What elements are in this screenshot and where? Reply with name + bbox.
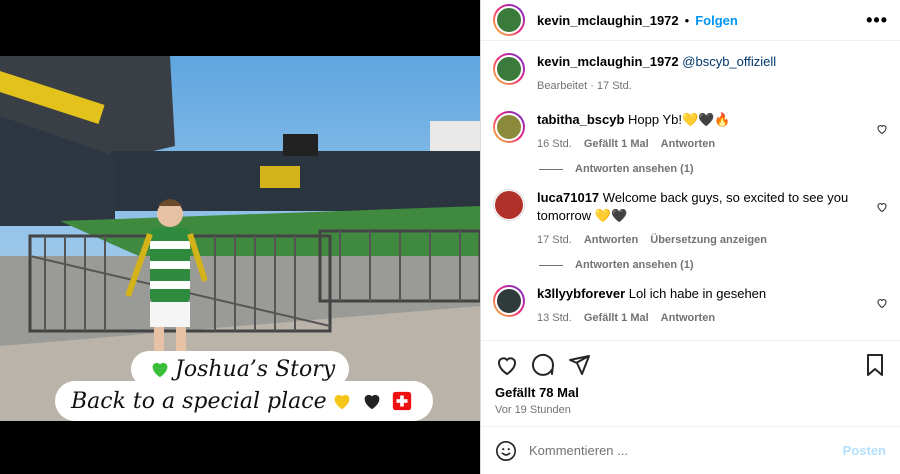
share-icon[interactable] — [567, 353, 591, 377]
post-comment-button[interactable]: Posten — [843, 443, 886, 458]
author-username[interactable]: kevin_mclaughin_1972 — [537, 13, 679, 28]
likes-count[interactable]: Gefällt 78 Mal — [495, 385, 886, 400]
comment-time[interactable]: 13 Std. — [537, 309, 572, 327]
caption-username[interactable]: kevin_mclaughin_1972 — [537, 54, 679, 69]
reply-line — [539, 264, 563, 266]
author-avatar[interactable] — [493, 4, 525, 36]
reply-button[interactable]: Antworten — [661, 309, 715, 327]
comment-text: Hopp Yb!💛🖤🔥 — [628, 112, 731, 127]
separator-dot: • — [684, 12, 690, 28]
commenter-avatar[interactable] — [493, 111, 525, 143]
comment-icon[interactable] — [531, 353, 555, 377]
post-actions: Gefällt 78 Mal Vor 19 Stunden — [481, 340, 900, 426]
caption-meta: Bearbeitet · 17 Std. — [537, 77, 888, 95]
reply-button[interactable]: Antworten — [661, 135, 715, 153]
commenter-avatar[interactable] — [493, 189, 525, 221]
post-timestamp[interactable]: Vor 19 Stunden — [495, 404, 886, 416]
post-header: kevin_mclaughin_1972 • Folgen ••• — [481, 0, 900, 41]
comment-likes[interactable]: Gefällt 1 Mal — [584, 135, 649, 153]
stadium-photo — [0, 56, 480, 421]
comment-username[interactable]: luca71017 — [537, 190, 599, 205]
comment-time[interactable]: 17 Std. — [537, 231, 572, 249]
follow-button[interactable]: Folgen — [695, 13, 738, 28]
reply-button[interactable]: Antworten — [584, 231, 638, 249]
comment-item: luca71017 Welcome back guys, so excited … — [493, 189, 888, 249]
add-comment-bar: Kommentieren ... Posten — [481, 426, 900, 474]
like-comment-icon[interactable] — [876, 201, 888, 213]
caption-meta-text: Bearbeitet · 17 Std. — [537, 80, 632, 92]
emoji-icon[interactable] — [495, 440, 517, 462]
comment-text: Lol ich habe in gesehen — [628, 286, 767, 301]
view-replies-label: Antworten ansehen (1) — [575, 259, 694, 271]
translate-button[interactable]: Übersetzung anzeigen — [650, 231, 767, 249]
comment-likes[interactable]: Gefällt 1 Mal — [584, 309, 649, 327]
comment-time[interactable]: 16 Std. — [537, 135, 572, 153]
comment-item: tabitha_bscyb Hopp Yb!💛🖤🔥 16 Std. Gefällt… — [493, 111, 888, 153]
commenter-avatar[interactable] — [493, 285, 525, 317]
comment-username[interactable]: k3llyybforever — [537, 286, 625, 301]
reply-line — [539, 168, 563, 170]
comment-item: k3llyybforever Lol ich habe in gesehen 1… — [493, 285, 888, 327]
bookmark-icon[interactable] — [864, 353, 886, 377]
instagram-post-view: Joshua’s Story Back to a special place k… — [0, 0, 900, 474]
view-replies-button[interactable]: Antworten ansehen (1) — [539, 163, 888, 175]
view-replies-label: Antworten ansehen (1) — [575, 163, 694, 175]
view-replies-button[interactable]: Antworten ansehen (1) — [539, 259, 888, 271]
author-avatar[interactable] — [493, 53, 525, 85]
like-icon[interactable] — [495, 353, 519, 377]
comment-input[interactable]: Kommentieren ... — [529, 443, 843, 458]
post-side-panel: kevin_mclaughin_1972 • Folgen ••• kevin_… — [480, 0, 900, 474]
like-comment-icon[interactable] — [876, 123, 888, 135]
comment-username[interactable]: tabitha_bscyb — [537, 112, 624, 127]
post-caption: kevin_mclaughin_1972 @bscyb_offiziell Be… — [493, 53, 888, 95]
like-comment-icon[interactable] — [876, 297, 888, 309]
comments-list: kevin_mclaughin_1972 @bscyb_offiziell Be… — [481, 41, 900, 340]
post-media[interactable]: Joshua’s Story Back to a special place — [0, 0, 480, 474]
more-options-icon[interactable]: ••• — [866, 10, 888, 31]
caption-mention-link[interactable]: @bscyb_offiziell — [682, 54, 776, 69]
